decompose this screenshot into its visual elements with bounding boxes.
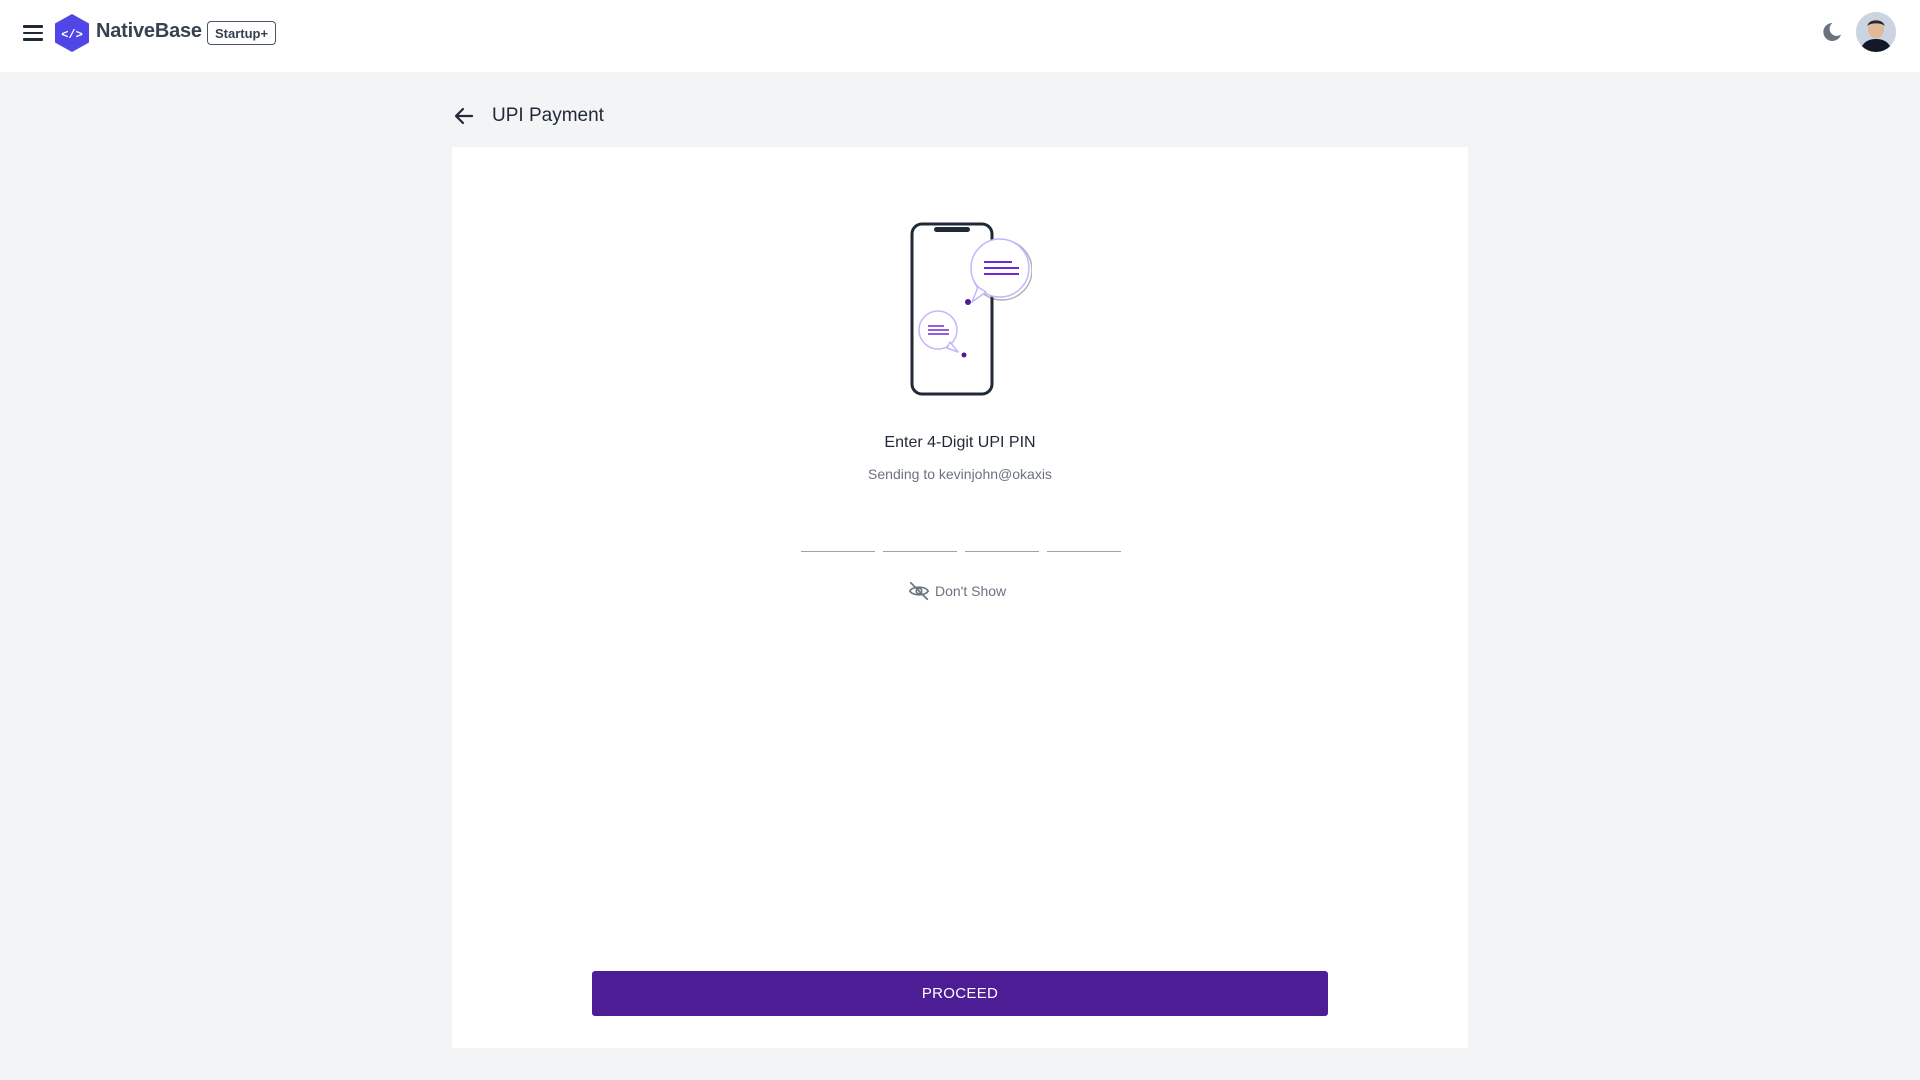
pin-title: Enter 4-Digit UPI PIN	[884, 434, 1036, 451]
upi-pin-card: Enter 4-Digit UPI PIN Sending to kevinjo…	[452, 147, 1468, 1048]
top-navbar: </> NativeBase Startup+	[0, 0, 1920, 72]
pin-subtitle: Sending to kevinjohn@okaxis	[868, 466, 1052, 482]
pin-digit-2[interactable]	[883, 522, 957, 552]
proceed-button[interactable]: PROCEED	[592, 971, 1328, 1016]
hamburger-menu-icon[interactable]	[20, 20, 46, 46]
eye-off-icon	[908, 581, 930, 601]
avatar[interactable]	[1856, 12, 1896, 52]
pin-digit-4[interactable]	[1047, 522, 1121, 552]
pin-digit-1[interactable]	[801, 522, 875, 552]
plan-badge: Startup+	[207, 21, 277, 45]
nativebase-logo-icon: </>	[55, 14, 89, 52]
phone-chat-illustration	[910, 222, 1032, 396]
dont-show-label: Don't Show	[935, 583, 1007, 599]
brand-name: NativeBase	[96, 20, 202, 42]
arrow-left-icon[interactable]	[452, 104, 476, 128]
page-title: UPI Payment	[492, 105, 604, 126]
moon-icon[interactable]	[1820, 20, 1844, 44]
pin-input-group	[801, 522, 1121, 552]
dont-show-toggle[interactable]: Don't Show	[908, 580, 1006, 602]
pin-digit-3[interactable]	[965, 522, 1039, 552]
user-avatar-image	[1856, 12, 1896, 52]
svg-text:</>: </>	[61, 28, 83, 42]
page-header: UPI Payment	[452, 104, 604, 128]
